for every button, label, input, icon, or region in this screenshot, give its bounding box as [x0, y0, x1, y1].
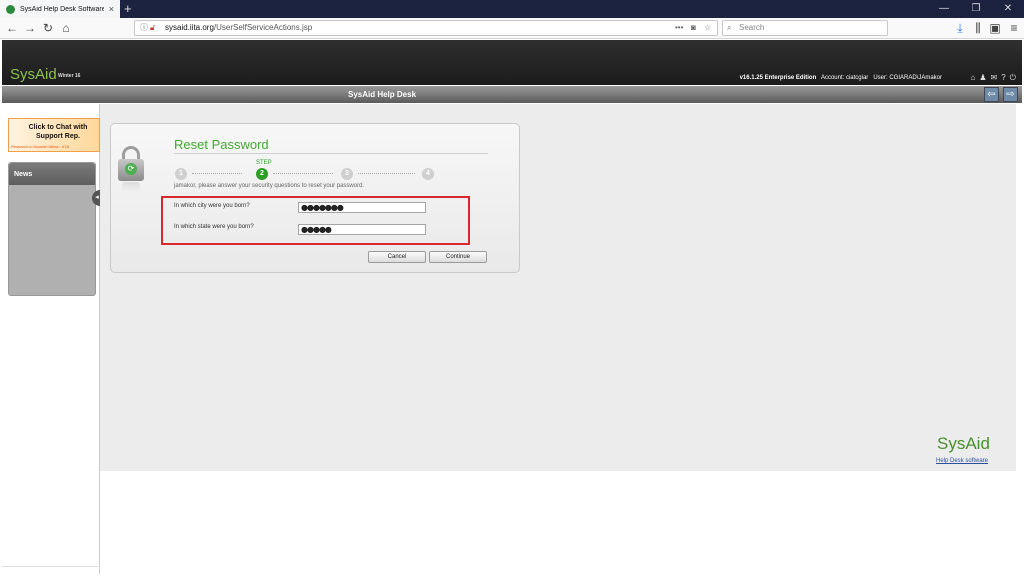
step-2-current: 2 [256, 168, 268, 180]
version-text: v16.1.25 Enterprise Edition [739, 75, 817, 81]
back-arrow-icon[interactable]: ← [4, 20, 20, 36]
download-icon[interactable]: ⤓ [952, 20, 968, 36]
pocket-icon[interactable]: ◙ [691, 21, 696, 35]
mail-icon[interactable]: ✉ [991, 73, 998, 83]
news-header: News [9, 163, 95, 185]
minimize-window-button[interactable]: — [930, 0, 958, 18]
address-bar[interactable]: ⓘ 🔓︎ sysaid.iita.org/UserSelfServiceActi… [134, 20, 718, 36]
step-connector [192, 173, 242, 174]
chat-text: Click to Chat with Support Rep. [28, 124, 88, 140]
forward-nav-icon[interactable]: ⇨ [1003, 87, 1018, 102]
bookmark-star-icon[interactable]: ☆ [704, 21, 711, 35]
footer-sysaid-logo: SysAid [937, 434, 990, 453]
logo-edition: Winter 16 [58, 73, 81, 79]
favicon-icon [6, 4, 15, 14]
sidebar-bottom-divider [2, 566, 98, 567]
home-icon[interactable]: ⌂ [58, 20, 74, 36]
step-1: 1 [175, 168, 187, 180]
info-icon[interactable]: ⓘ [140, 21, 148, 35]
home-icon[interactable]: ⌂ [971, 73, 976, 83]
reset-password-title: Reset Password [174, 137, 269, 152]
app-header: SysAid Winter 16 v16.1.25 Enterprise Edi… [2, 40, 1022, 85]
user-icon[interactable]: ♟ [979, 73, 986, 83]
question-2-label: In which state were you born? [174, 224, 254, 230]
forward-arrow-icon[interactable]: → [22, 20, 38, 36]
step-connector [358, 173, 415, 174]
sysaid-logo[interactable]: SysAid [10, 66, 57, 83]
maximize-window-button[interactable]: ❐ [962, 0, 990, 18]
step-label: STEP [256, 160, 272, 166]
insecure-lock-icon: 🔓︎ [150, 23, 156, 32]
tab-title: SysAid Help Desk Software [20, 5, 104, 13]
title-divider [174, 153, 488, 154]
continue-button[interactable]: Continue [429, 251, 487, 263]
power-icon[interactable]: ⏻ [1010, 73, 1016, 83]
user-text: User: CGIARAD\JAmakor [873, 75, 942, 81]
url-domain: sysaid.iita.org [165, 23, 214, 32]
header-icons: ⌂ ♟ ✉ ? ⏻ [971, 73, 1017, 83]
cancel-button[interactable]: Cancel [368, 251, 426, 263]
app-title-bar: SysAid Help Desk ⇦ ⇨ [2, 86, 1022, 103]
search-placeholder: Search [739, 23, 765, 32]
browser-tab[interactable]: SysAid Help Desk Software × [0, 0, 120, 18]
question-1-label: In which city were you born? [174, 203, 250, 209]
step-connector [273, 173, 333, 174]
help-icon[interactable]: ? [1001, 73, 1005, 83]
page-actions-icon[interactable]: ••• [675, 21, 683, 35]
account-info: v16.1.25 Enterprise Edition Account: cia… [740, 75, 942, 81]
question-1-answer-field[interactable]: ●●●●●●● [298, 202, 426, 213]
question-2-answer-field[interactable]: ●●●●● [298, 224, 426, 235]
search-input[interactable]: ⌕ Search [722, 20, 888, 36]
close-window-button[interactable]: ✕ [994, 0, 1022, 18]
menu-icon[interactable]: ≡ [1006, 20, 1022, 36]
step-3: 3 [341, 168, 353, 180]
reload-icon[interactable]: ↻ [40, 20, 56, 36]
account-text: Account: ciatcgiar [820, 75, 869, 81]
left-sidebar: Click to Chat with Support Rep. Research… [2, 104, 102, 574]
url-path: /UserSelfServiceActions.jsp [213, 23, 313, 32]
step-4: 4 [422, 168, 434, 180]
new-tab-button[interactable]: + [124, 1, 132, 17]
sidebar-toggle-icon[interactable]: ▣ [987, 20, 1003, 36]
search-icon: ⌕ [727, 23, 732, 32]
browser-titlebar: SysAid Help Desk Software × + — ❐ ✕ [0, 0, 1024, 18]
browser-navbar: ← → ↻ ⌂ ⓘ 🔓︎ sysaid.iita.org/UserSelfSer… [0, 18, 1024, 39]
help-desk-software-link[interactable]: Help Desk software [936, 458, 988, 464]
chat-subtext: Research to Nourish Africa · IITA [11, 144, 70, 149]
instructions-text: jamakor, please answer your security que… [174, 183, 365, 189]
back-nav-icon[interactable]: ⇦ [984, 87, 999, 102]
chat-support-banner[interactable]: Click to Chat with Support Rep. Research… [8, 118, 100, 152]
news-panel: News [8, 162, 96, 296]
lock-icon: ⟳ [118, 146, 144, 192]
close-tab-icon[interactable]: × [109, 4, 114, 14]
library-icon[interactable]: ⫼ [970, 20, 986, 36]
page-title: SysAid Help Desk [347, 90, 417, 99]
